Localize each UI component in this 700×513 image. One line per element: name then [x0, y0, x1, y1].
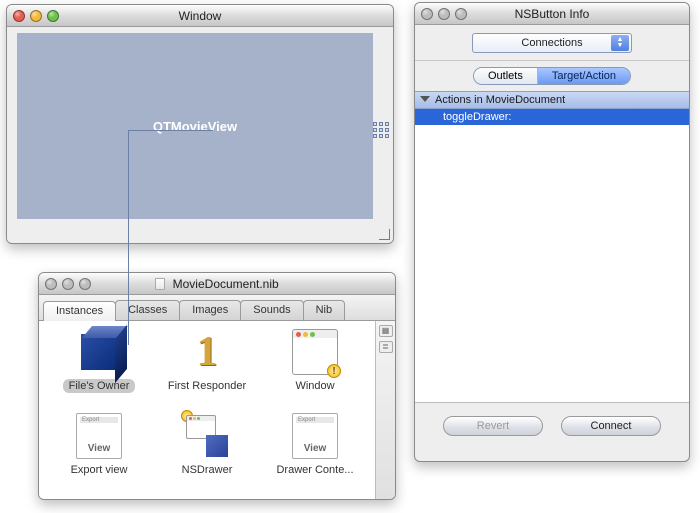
nib-item-label: Drawer Conte...	[272, 463, 357, 477]
nib-item-first-responder[interactable]: 1 First Responder	[153, 329, 261, 413]
nib-item-export-view[interactable]: Export View Export view	[45, 413, 153, 497]
nib-item-label: First Responder	[164, 379, 250, 393]
nib-item-label: Export view	[67, 463, 132, 477]
inspector-pane-select[interactable]: Connections ▲▼	[472, 33, 632, 53]
updown-arrows-icon: ▲▼	[611, 35, 629, 51]
connect-button[interactable]: Connect	[561, 416, 661, 436]
window-title-text: MovieDocument.nib	[173, 277, 279, 291]
nib-item-label: File's Owner	[63, 379, 136, 393]
actions-group-header[interactable]: Actions in MovieDocument	[415, 91, 689, 109]
nib-item-label: NSDrawer	[178, 463, 237, 477]
document-icon	[155, 278, 165, 290]
tab-sounds[interactable]: Sounds	[240, 300, 303, 320]
titlebar[interactable]: MovieDocument.nib	[39, 273, 395, 295]
tab-instances[interactable]: Instances	[43, 301, 116, 321]
titlebar[interactable]: NSButton Info	[415, 3, 689, 25]
warning-badge-icon: !	[327, 364, 341, 378]
tab-nib[interactable]: Nib	[303, 300, 346, 320]
window-title: Window	[7, 9, 393, 23]
zoom-icon[interactable]	[47, 10, 59, 22]
minimize-icon[interactable]	[62, 278, 74, 290]
zoom-icon[interactable]	[79, 278, 91, 290]
titlebar[interactable]: Window	[7, 5, 393, 27]
customview-icon: Export View	[76, 413, 122, 459]
close-icon[interactable]	[45, 278, 57, 290]
icon-view-button[interactable]: ▦	[379, 325, 393, 337]
disclosure-triangle-icon[interactable]	[420, 96, 430, 102]
tab-classes[interactable]: Classes	[115, 300, 180, 320]
qtmovieview-placeholder[interactable]: QTMovieView	[17, 33, 373, 219]
window-title: MovieDocument.nib	[39, 276, 395, 291]
close-icon[interactable]	[421, 8, 433, 20]
group-header-label: Actions in MovieDocument	[435, 94, 565, 106]
segment-outlets[interactable]: Outlets	[474, 68, 538, 84]
connections-segment: Outlets Target/Action	[473, 67, 631, 85]
action-label: toggleDrawer:	[443, 111, 511, 123]
tab-images[interactable]: Images	[179, 300, 241, 320]
inspector-window: NSButton Info Connections ▲▼ Outlets Tar…	[414, 2, 690, 462]
list-view-button[interactable]: ≣	[379, 341, 393, 353]
actions-list: toggleDrawer:	[415, 109, 689, 403]
cube-icon	[81, 334, 117, 370]
select-value: Connections	[521, 37, 582, 49]
resize-grip-icon[interactable]	[377, 227, 391, 241]
nib-instances-grid: File's Owner 1 First Responder ! Window …	[39, 321, 375, 499]
minimize-icon[interactable]	[30, 10, 42, 22]
traffic-lights	[421, 8, 467, 20]
nib-item-label: Window	[291, 379, 338, 393]
segment-target-action[interactable]: Target/Action	[538, 68, 630, 84]
action-row[interactable]: toggleDrawer:	[415, 109, 689, 125]
customview-icon: Export View	[292, 413, 338, 459]
drawer-icon	[184, 413, 230, 459]
selection-handle-icon[interactable]	[373, 122, 389, 138]
traffic-lights	[45, 278, 91, 290]
design-window: Window QTMovieView	[6, 4, 394, 244]
first-responder-icon: 1	[184, 329, 230, 375]
nib-item-files-owner[interactable]: File's Owner	[45, 329, 153, 413]
view-mode-strip: ▦ ≣	[375, 321, 395, 499]
nib-item-drawer-content[interactable]: Export View Drawer Conte...	[261, 413, 369, 497]
zoom-icon[interactable]	[455, 8, 467, 20]
nib-document-window: MovieDocument.nib Instances Classes Imag…	[38, 272, 396, 500]
nib-tabbar: Instances Classes Images Sounds Nib	[39, 295, 395, 321]
qtmovieview-label: QTMovieView	[153, 119, 237, 134]
minimize-icon[interactable]	[438, 8, 450, 20]
nib-item-nsdrawer[interactable]: NSDrawer	[153, 413, 261, 497]
close-icon[interactable]	[13, 10, 25, 22]
window-icon: !	[292, 329, 338, 375]
traffic-lights	[13, 10, 59, 22]
revert-button[interactable]: Revert	[443, 416, 543, 436]
nib-item-window[interactable]: ! Window	[261, 329, 369, 413]
